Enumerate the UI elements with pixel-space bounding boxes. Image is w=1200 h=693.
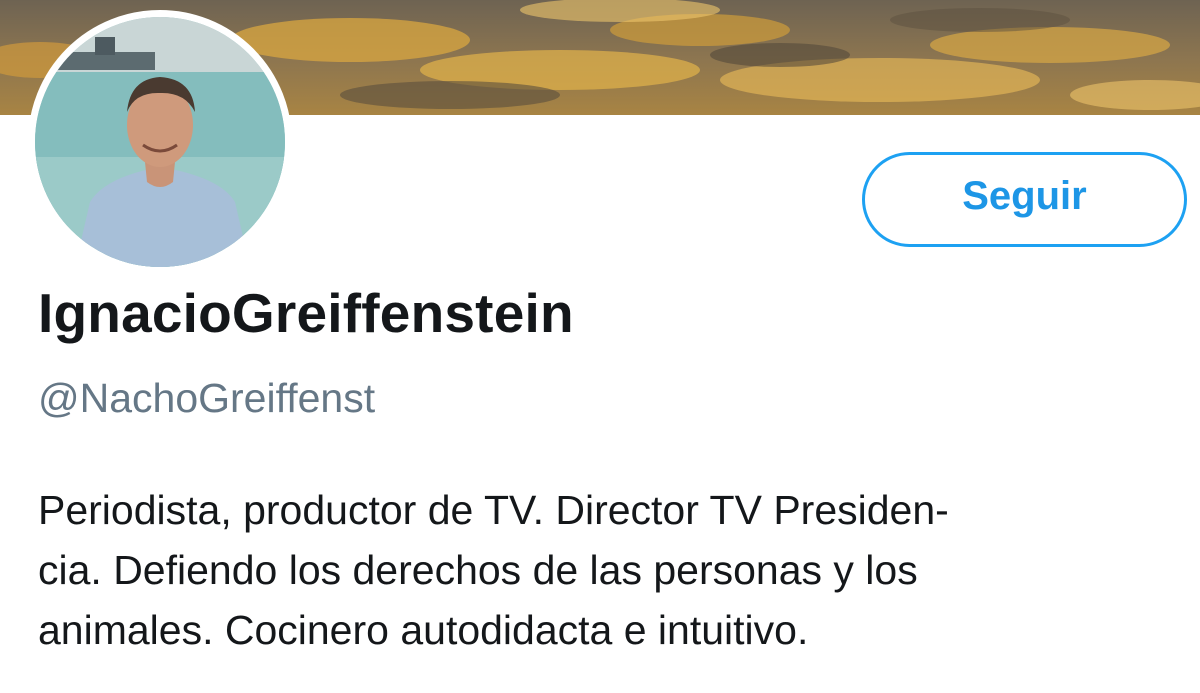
profile-avatar[interactable] [28, 10, 292, 274]
profile-display-name: IgnacioGreiffenstein [38, 282, 574, 344]
profile-bio: Periodista, productor de TV. Director TV… [38, 480, 1188, 660]
bio-line: animales. Cocinero autodidacta e intuiti… [38, 607, 809, 653]
bio-line: Periodista, productor de TV. Director TV… [38, 487, 949, 533]
avatar-photo [35, 17, 285, 267]
profile-handle[interactable]: @NachoGreiffenst [38, 375, 375, 422]
bio-line: cia. Defiendo los derechos de las person… [38, 547, 918, 593]
follow-button[interactable]: Seguir [862, 152, 1187, 247]
